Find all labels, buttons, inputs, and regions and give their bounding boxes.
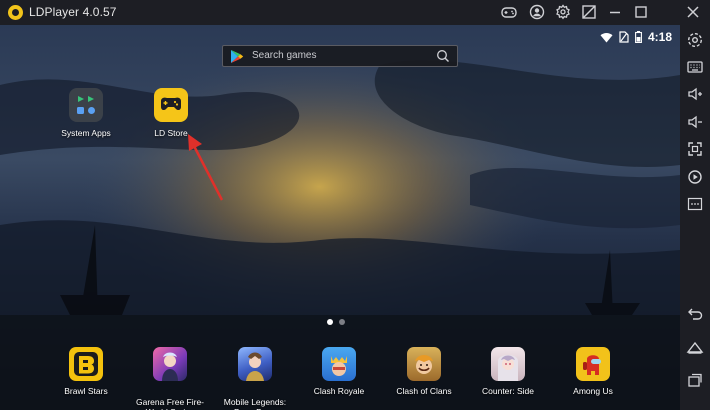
clock: 4:18 <box>647 30 672 44</box>
dock-app-label: Brawl Stars <box>64 386 108 396</box>
dock-app-label: Mobile Legends: Bang Bang <box>213 386 297 410</box>
emulator-screen[interactable]: 4:18 Search games System Apps LD Store B… <box>0 25 680 410</box>
keyboard-icon[interactable] <box>686 58 704 76</box>
search-games-bar[interactable]: Search games <box>222 45 458 67</box>
dock-app-mobile-legends[interactable]: Mobile Legends: Bang Bang <box>213 347 297 410</box>
fullscreen-icon[interactable] <box>686 140 704 158</box>
page-indicator <box>327 319 345 325</box>
more-icon[interactable] <box>686 195 704 213</box>
dock-app-among-us[interactable]: Among Us <box>551 347 635 397</box>
system-apps-icon <box>69 88 103 122</box>
battery-icon <box>635 31 642 43</box>
free-fire-icon <box>153 347 187 381</box>
mobile-legends-icon <box>238 347 272 381</box>
counter-side-icon <box>491 347 525 381</box>
ld-store-icon <box>154 88 188 122</box>
dock-app-brawl-stars[interactable]: Brawl Stars <box>44 347 128 397</box>
google-play-icon <box>231 50 244 63</box>
volume-up-icon[interactable] <box>686 85 704 103</box>
back-icon[interactable] <box>686 306 704 324</box>
status-bar: 4:18 <box>600 29 672 45</box>
clash-of-clans-icon <box>407 347 441 381</box>
search-icon[interactable] <box>436 49 450 63</box>
clash-royale-icon <box>322 347 356 381</box>
dock-app-label: Among Us <box>573 386 613 396</box>
side-toolbar <box>680 25 710 410</box>
account-icon[interactable] <box>528 3 546 21</box>
dock-app-clash-royale[interactable]: Clash Royale <box>297 347 381 397</box>
dock-app-label-text: Mobile Legends: Bang Bang <box>223 396 287 410</box>
settings-gear-icon[interactable] <box>554 3 572 21</box>
dock-app-clash-of-clans[interactable]: Clash of Clans <box>382 347 466 397</box>
dock-app-label-text: Garena Free Fire- World Series <box>135 396 205 410</box>
settings-icon[interactable] <box>686 31 704 49</box>
brawl-stars-icon <box>69 347 103 381</box>
dock-app-counter-side[interactable]: Counter: Side <box>466 347 550 397</box>
desktop-app-system-apps[interactable]: System Apps <box>51 88 121 138</box>
ldplayer-logo-icon <box>8 5 23 20</box>
no-sim-icon <box>619 31 629 43</box>
screenshot-icon[interactable] <box>580 3 598 21</box>
annotation-arrow-icon <box>188 134 224 201</box>
dock-app-label: Garena Free Fire- World Series <box>128 386 212 410</box>
maximize-icon[interactable] <box>632 3 650 21</box>
volume-down-icon[interactable] <box>686 113 704 131</box>
minimize-icon[interactable] <box>606 3 624 21</box>
close-icon[interactable] <box>684 3 702 21</box>
among-us-icon <box>576 347 610 381</box>
search-input[interactable]: Search games <box>252 50 316 61</box>
dock-app-label: Clash Royale <box>313 386 365 396</box>
title-bar: LDPlayer 4.0.57 <box>0 0 710 25</box>
page-dot <box>339 319 345 325</box>
window-title: LDPlayer 4.0.57 <box>29 5 117 19</box>
recent-apps-icon[interactable] <box>686 371 704 389</box>
wifi-icon <box>600 32 613 42</box>
dock-app-label: Clash of Clans <box>396 386 452 396</box>
home-icon[interactable] <box>686 338 704 356</box>
gamepad-icon[interactable] <box>500 3 518 21</box>
record-icon[interactable] <box>686 168 704 186</box>
dock-app-label: Counter: Side <box>482 386 534 396</box>
dock-app-garena-free-fire[interactable]: Garena Free Fire- World Series <box>128 347 212 410</box>
page-dot-active <box>327 319 333 325</box>
desktop-app-label: System Apps <box>61 128 111 138</box>
